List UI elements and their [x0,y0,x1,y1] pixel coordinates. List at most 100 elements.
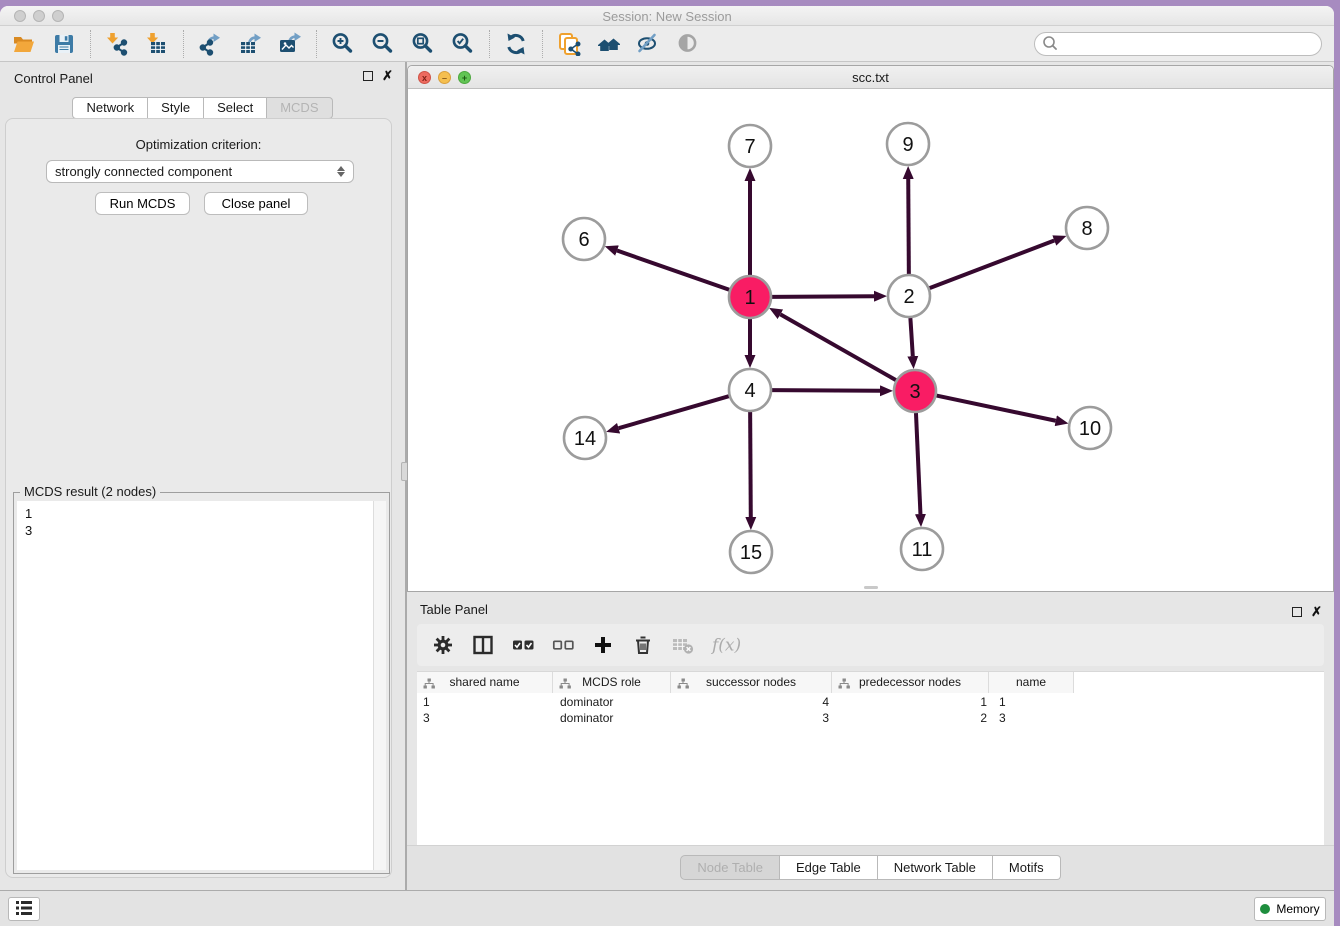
main-area: Control Panel ✗ NetworkStyleSelectMCDS O… [0,62,1334,890]
graph-node-11[interactable]: 11 [901,528,943,570]
export-image-button[interactable] [270,28,310,60]
zoom-in-button[interactable] [323,28,363,60]
show-item-button[interactable] [669,28,709,60]
edge-3-10[interactable] [937,396,1056,421]
graph-node-14[interactable]: 14 [564,417,606,459]
edge-3-11[interactable] [916,413,920,514]
task-history-button[interactable] [8,897,40,921]
select-all-button[interactable] [511,633,535,657]
tab-style[interactable]: Style [148,97,204,119]
table-toolbar: f(x) [417,624,1324,666]
edge-2-8[interactable] [930,240,1055,288]
criterion-select[interactable]: strongly connected component [46,160,354,183]
cell-name[interactable]: 3 [993,710,1079,726]
close-panel-icon[interactable]: ✗ [382,71,393,81]
export-network-button[interactable] [190,28,230,60]
network-canvas[interactable]: 7 9 6 8 1 2 4 3 14 10 15 11 [408,89,1333,591]
cell-shared-name[interactable]: 1 [417,694,554,710]
tab-mcds[interactable]: MCDS [267,97,332,119]
main-toolbar [0,26,1334,62]
open-session-button[interactable] [4,28,44,60]
import-network-button[interactable] [97,28,137,60]
toolbar-separator [316,30,317,58]
graph-node-15[interactable]: 15 [730,531,772,573]
shared-column-icon [677,676,690,696]
float-table-panel-icon[interactable] [1292,607,1302,617]
home-button[interactable] [589,28,629,60]
table-tab-motifs[interactable]: Motifs [993,855,1061,880]
cell-shared-name[interactable]: 3 [417,710,554,726]
graph-node-6[interactable]: 6 [563,218,605,260]
toolbar-separator [90,30,91,58]
delete-row-button[interactable] [631,633,655,657]
list-icon [13,897,35,922]
cell-predecessor-nodes[interactable]: 2 [835,710,993,726]
edge-3-1[interactable] [780,314,895,380]
cell-predecessor-nodes[interactable]: 1 [835,694,993,710]
gear-button[interactable] [431,633,455,657]
zoom-selected-button[interactable] [443,28,483,60]
columns-button[interactable] [471,633,495,657]
table-row[interactable]: 1dominator411 [417,694,1079,710]
edge-4-3[interactable] [772,390,880,391]
column-header-predecessor-nodes[interactable]: predecessor nodes [832,672,989,693]
column-header-successor-nodes[interactable]: successor nodes [671,672,832,693]
graph-node-10[interactable]: 10 [1069,407,1111,449]
graph-node-4[interactable]: 4 [729,369,771,411]
mcds-result-group: MCDS result (2 nodes) 13 [13,492,390,874]
import-table-button[interactable] [137,28,177,60]
criterion-value: strongly connected component [55,164,232,179]
hide-item-button[interactable] [629,28,669,60]
search-box[interactable] [1034,32,1322,56]
node-label: 2 [903,286,914,308]
export-table-button[interactable] [230,28,270,60]
cell-successor-nodes[interactable]: 4 [673,694,835,710]
mcds-result-textarea[interactable]: 13 [17,501,386,870]
memory-status-dot [1260,904,1270,914]
run-mcds-button[interactable]: Run MCDS [95,192,190,215]
shared-column-icon [838,676,851,696]
close-panel-button[interactable]: Close panel [204,192,308,215]
graph-node-8[interactable]: 8 [1066,207,1108,249]
tab-select[interactable]: Select [204,97,267,119]
cell-MCDS-role[interactable]: dominator [554,710,673,726]
zoom-fit-button[interactable] [403,28,443,60]
table-row[interactable]: 3dominator323 [417,710,1079,726]
apply-layout-button[interactable] [496,28,536,60]
search-input[interactable] [1062,37,1321,51]
close-table-panel-icon[interactable]: ✗ [1311,607,1322,617]
cell-MCDS-role[interactable]: dominator [554,694,673,710]
unselect-all-button[interactable] [551,633,575,657]
edge-4-14[interactable] [619,396,729,428]
graph-node-7[interactable]: 7 [729,125,771,167]
window-resize-notch[interactable] [864,586,878,589]
zoom-out-button[interactable] [363,28,403,60]
window-title: Session: New Session [0,9,1334,24]
graph-node-9[interactable]: 9 [887,123,929,165]
table-tab-edge-table[interactable]: Edge Table [780,855,878,880]
edge-4-15[interactable] [750,412,751,517]
add-row-button[interactable] [591,633,615,657]
node-label: 14 [574,428,596,450]
float-panel-icon[interactable] [363,71,373,81]
graph-node-1[interactable]: 1 [729,276,771,318]
edge-2-3[interactable] [910,318,912,356]
table-tab-network-table[interactable]: Network Table [878,855,993,880]
select-chevrons-icon [337,166,345,177]
tab-network[interactable]: Network [72,97,148,119]
graph-node-3[interactable]: 3 [894,370,936,412]
column-header-name[interactable]: name [989,672,1074,693]
graph-node-2[interactable]: 2 [888,275,930,317]
cell-successor-nodes[interactable]: 3 [673,710,835,726]
column-header-shared-name[interactable]: shared name [417,672,553,693]
cell-name[interactable]: 1 [993,694,1079,710]
result-scrollbar[interactable] [373,501,386,870]
memory-button[interactable]: Memory [1254,897,1326,921]
edge-1-6[interactable] [617,251,729,290]
save-session-button[interactable] [44,28,84,60]
network-file-button[interactable] [549,28,589,60]
edge-1-2[interactable] [772,296,874,297]
column-header-MCDS-role[interactable]: MCDS role [553,672,671,693]
table-tab-node-table[interactable]: Node Table [680,855,780,880]
edge-2-9[interactable] [908,179,909,274]
